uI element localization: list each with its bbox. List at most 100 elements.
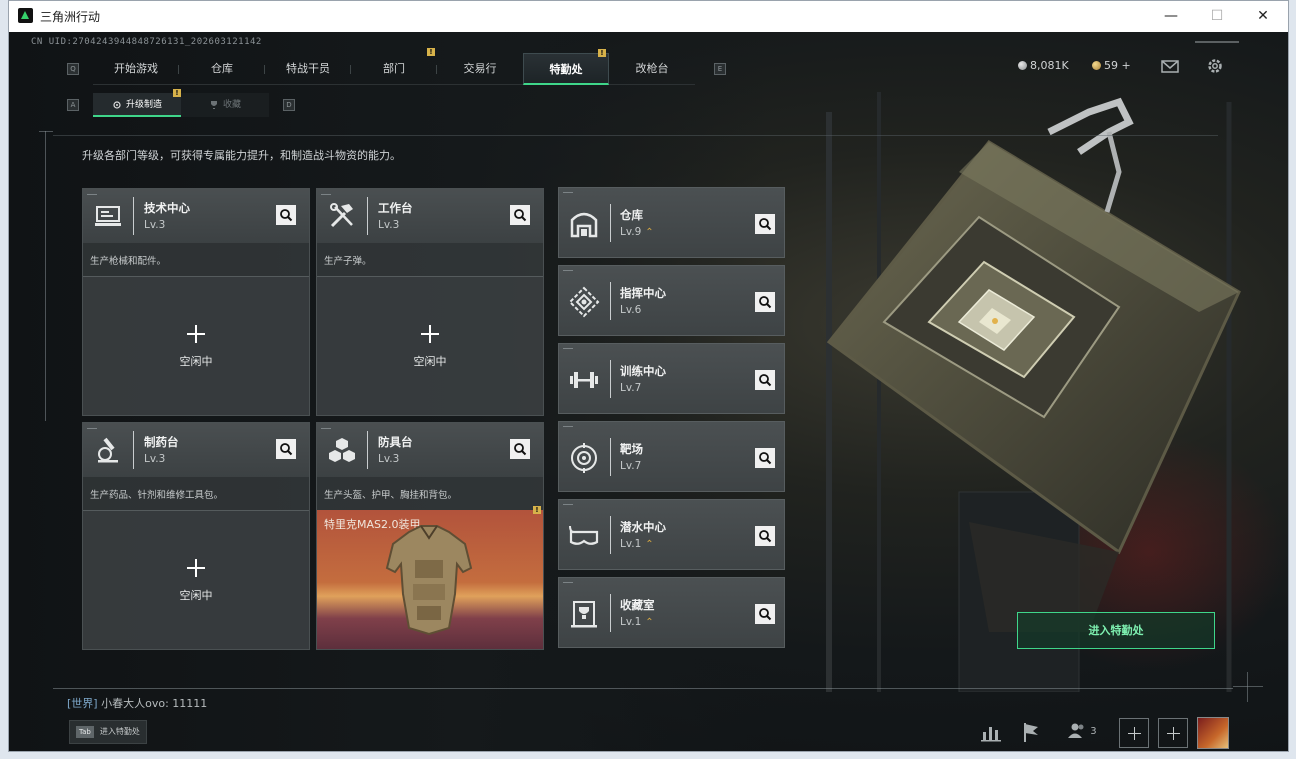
workbench-description: 生产子弹。 bbox=[324, 256, 372, 267]
subnav-next-key-hint[interactable]: D bbox=[283, 99, 295, 111]
search-icon[interactable] bbox=[755, 292, 775, 312]
facility-name: 潜水中心 bbox=[620, 520, 666, 534]
facility-name: 训练中心 bbox=[620, 364, 666, 378]
nav-next-key-hint[interactable]: E bbox=[714, 63, 726, 75]
player-avatar[interactable] bbox=[1197, 717, 1229, 749]
workbench-card-tech-center[interactable]: 技术中心 Lv.3 生产枪械和配件。 空闲中 bbox=[82, 188, 310, 416]
hud-frame-line bbox=[45, 131, 46, 421]
facility-name: 收藏室 bbox=[620, 598, 655, 612]
tab-start-game[interactable]: 开始游戏 bbox=[93, 53, 179, 85]
tab-gunsmith[interactable]: 改枪台 bbox=[609, 53, 695, 85]
mail-icon[interactable] bbox=[1160, 57, 1180, 75]
invite-slot-button[interactable] bbox=[1119, 718, 1149, 748]
search-icon[interactable] bbox=[755, 214, 775, 234]
silver-currency: 8,081K bbox=[1018, 59, 1069, 72]
invite-slot-button[interactable] bbox=[1158, 718, 1188, 748]
facility-card-training-center[interactable]: 训练中心 Lv.7 bbox=[558, 343, 785, 414]
search-icon[interactable] bbox=[276, 439, 296, 459]
hud-frame-line bbox=[1247, 672, 1248, 702]
trophy-icon bbox=[210, 100, 217, 109]
workbench-card-workbench[interactable]: 工作台 Lv.3 生产子弹。 空闲中 bbox=[316, 188, 544, 416]
facility-level-row: Lv.9 ⌃ bbox=[620, 226, 654, 238]
chat-sender: 小春大人ovo: bbox=[101, 697, 169, 710]
facility-level: Lv.7 bbox=[620, 382, 642, 394]
subtab-upgrade-craft[interactable]: 升级制造 ! bbox=[93, 89, 181, 117]
squad-count: 3 bbox=[1090, 726, 1097, 737]
production-slot[interactable]: 空闲中 bbox=[83, 510, 309, 649]
plus-icon bbox=[421, 325, 439, 343]
plus-icon bbox=[187, 559, 205, 577]
facility-level-row: Lv.7 bbox=[620, 382, 641, 394]
search-icon[interactable] bbox=[755, 370, 775, 390]
facility-name: 仓库 bbox=[620, 208, 643, 222]
gold-currency[interactable]: 59 + bbox=[1092, 59, 1131, 72]
search-icon[interactable] bbox=[276, 205, 296, 225]
production-slot[interactable]: 空闲中 bbox=[317, 276, 543, 415]
main-nav: 开始游戏 仓库 特战干员 部门! 交易行 特勤处! 改枪台 bbox=[93, 48, 695, 85]
tab-operators[interactable]: 特战干员 bbox=[265, 53, 351, 85]
gold-coin-icon bbox=[1092, 61, 1101, 70]
subnav-prev-key-hint[interactable]: A bbox=[67, 99, 79, 111]
squad-icon bbox=[1068, 723, 1084, 738]
notification-badge: ! bbox=[533, 506, 541, 514]
production-slot-item[interactable]: 特里克MAS2.0装甲 ! bbox=[317, 506, 543, 649]
workbench-description: 生产药品、针剂和维修工具包。 bbox=[90, 490, 224, 501]
production-slot[interactable]: 空闲中 bbox=[83, 276, 309, 415]
facility-level-row: Lv.1 ⌃ bbox=[620, 538, 654, 550]
minimize-button[interactable]: — bbox=[1148, 1, 1194, 32]
tab-hint-label: 进入特勤处 bbox=[99, 727, 140, 736]
hud-frame-line bbox=[1233, 686, 1263, 687]
silver-amount: 8,081K bbox=[1030, 59, 1069, 72]
workbench-card-pharmacy[interactable]: 制药台 Lv.3 生产药品、针剂和维修工具包。 空闲中 bbox=[82, 422, 310, 650]
flag-icon[interactable] bbox=[1017, 718, 1045, 746]
facility-card-diving-center[interactable]: 潜水中心 Lv.1 ⌃ bbox=[558, 499, 785, 570]
slot-status: 空闲中 bbox=[179, 355, 213, 368]
facility-card-shooting-range[interactable]: 靶场 Lv.7 bbox=[558, 421, 785, 492]
tab-warehouse[interactable]: 仓库 bbox=[179, 53, 265, 85]
upgrade-arrow-icon: ⌃ bbox=[645, 617, 654, 628]
world-chat-line[interactable]: [世界] 小春大人ovo: 11111 bbox=[67, 695, 207, 711]
subtab-collection[interactable]: 收藏 bbox=[181, 93, 269, 117]
subtab-label: 收藏 bbox=[222, 100, 241, 110]
workbench-card-armor[interactable]: 防具台 Lv.3 生产头盔、护甲、胸挂和背包。 特里克MAS2.0装甲 ! bbox=[316, 422, 544, 650]
search-icon[interactable] bbox=[510, 205, 530, 225]
workbench-name: 工作台 bbox=[378, 201, 413, 215]
tab-key: Tab bbox=[76, 726, 94, 738]
slot-status: 空闲中 bbox=[179, 589, 213, 602]
tab-key-hint[interactable]: Tab 进入特勤处 bbox=[69, 720, 147, 744]
workbench-description: 生产枪械和配件。 bbox=[90, 256, 167, 267]
facility-card-command-center[interactable]: 指挥中心 Lv.6 bbox=[558, 265, 785, 336]
search-icon[interactable] bbox=[755, 526, 775, 546]
search-icon[interactable] bbox=[755, 448, 775, 468]
search-icon[interactable] bbox=[755, 604, 775, 624]
facility-card-warehouse[interactable]: 仓库 Lv.9 ⌃ bbox=[558, 187, 785, 258]
tab-label: 交易行 bbox=[463, 62, 497, 75]
add-gold-button[interactable]: + bbox=[1122, 59, 1131, 72]
settings-gear-icon[interactable] bbox=[1205, 57, 1225, 75]
facility-level: Lv.9 bbox=[620, 226, 642, 238]
workbench-description: 生产头盔、护甲、胸挂和背包。 bbox=[324, 490, 458, 501]
notification-badge: ! bbox=[427, 48, 435, 56]
hud-frame-line bbox=[53, 688, 1233, 689]
squad-indicator[interactable]: 3 bbox=[1067, 722, 1097, 740]
close-button[interactable]: ✕ bbox=[1240, 1, 1286, 32]
game-viewport: CN UID:2704243944848726131_202603121142 … bbox=[9, 32, 1288, 751]
tab-department[interactable]: 部门! bbox=[351, 48, 437, 85]
workbench-level: Lv.3 bbox=[378, 453, 400, 465]
body-armor-icon bbox=[385, 525, 473, 636]
tab-special-services[interactable]: 特勤处! bbox=[523, 49, 609, 85]
bar-chart-icon[interactable] bbox=[977, 718, 1005, 746]
diving-mask-icon bbox=[569, 525, 599, 545]
tab-trading-house[interactable]: 交易行 bbox=[437, 53, 523, 85]
header-divider bbox=[53, 135, 1218, 136]
tab-label: 仓库 bbox=[211, 62, 233, 75]
tab-label: 改枪台 bbox=[635, 62, 669, 75]
microscope-icon bbox=[98, 437, 118, 463]
nav-prev-key-hint[interactable]: Q bbox=[67, 63, 79, 75]
slot-status: 空闲中 bbox=[413, 355, 447, 368]
facility-level: Lv.1 bbox=[620, 538, 642, 550]
facility-card-collection-room[interactable]: 收藏室 Lv.1 ⌃ bbox=[558, 577, 785, 648]
search-icon[interactable] bbox=[510, 439, 530, 459]
enter-special-services-button[interactable]: 进入特勤处 bbox=[1017, 612, 1215, 649]
maximize-button[interactable]: ☐ bbox=[1194, 1, 1240, 32]
